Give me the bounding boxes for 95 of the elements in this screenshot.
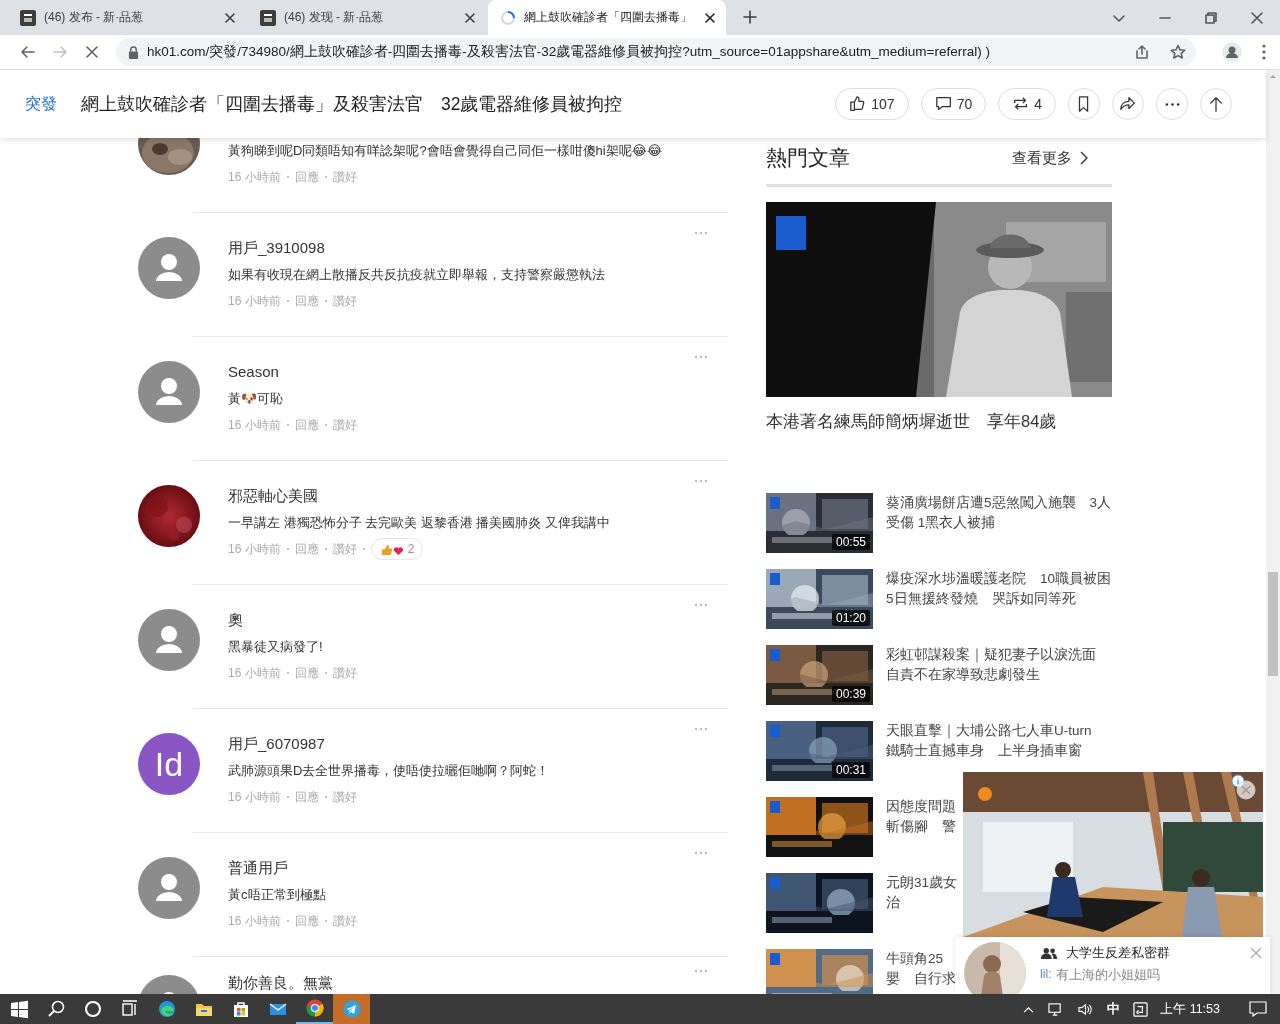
- video-duration: 00:55: [831, 534, 870, 550]
- timestamp: 16 小時前: [228, 912, 281, 930]
- chevron-right-icon: [1080, 151, 1088, 165]
- article-caption[interactable]: 本港著名練馬師簡炳墀逝世 享年84歲: [766, 409, 1112, 433]
- chat-group-name: 大学生反差私密群: [1066, 944, 1170, 962]
- timestamp: 16 小時前: [228, 168, 281, 186]
- browser-tab[interactable]: 網上鼓吹確診者「四圍去播毒」: [488, 0, 726, 35]
- user-name: 勤你善良。無黨: [228, 975, 334, 991]
- video-duration: 00:31: [831, 762, 870, 778]
- share-button[interactable]: [1112, 88, 1144, 120]
- avatar-icon: [138, 609, 200, 671]
- comment-button[interactable]: 70: [920, 88, 987, 120]
- address-bar[interactable]: hk01.com/突發/734980/網上鼓吹確診者-四圍去播毒-及殺害法官-32歲電器維修員被拘控?utm_source=01appshare&utm_medium=referral) ): [116, 38, 1196, 66]
- user-name: 用戶_6070987: [228, 734, 326, 754]
- comment-text: 黃狗睇到呢D同類唔知有咩諗架呢?會唔會覺得自己同佢一樣咁傻hi架呢😂😂: [228, 142, 664, 160]
- article-title-line[interactable]: 鐵騎士直撼車身 上半身插車窗: [886, 741, 1082, 761]
- group-icon: [1040, 946, 1058, 960]
- timestamp: 16 小時前: [228, 540, 281, 558]
- more-icon: [1164, 102, 1180, 106]
- article-title-line[interactable]: 牛頭角25: [886, 949, 944, 969]
- up-arrow-icon: [1207, 95, 1225, 113]
- user-name: 普通用戶: [228, 858, 289, 878]
- article-title-line[interactable]: 葵涌廣場餅店遭5惡煞闖入施襲 3人: [886, 493, 1112, 513]
- comment-text: 武肺源頭果D去全世界播毒，使唔使拉曬佢哋啊？阿蛇！: [228, 762, 551, 780]
- article-title-line[interactable]: 爆疫深水埗溫暖護老院 10職員被困: [886, 569, 1112, 589]
- section-heading: 熱門文章: [766, 145, 850, 171]
- article-title-line[interactable]: 天眼直擊｜大埔公路七人車U-turn: [886, 721, 1092, 741]
- thumbs-up-heart-icon: [379, 542, 404, 556]
- avatar: Id: [138, 733, 200, 795]
- profile-icon[interactable]: [1222, 42, 1242, 62]
- close-icon[interactable]: [224, 11, 236, 24]
- input-method-indicator[interactable]: 中: [1107, 1000, 1121, 1018]
- comment-text: 黑暴徒又病發了!: [228, 638, 324, 656]
- sender-name: lil:: [1040, 967, 1052, 983]
- new-tab-icon[interactable]: [742, 9, 758, 25]
- chevron-up-icon[interactable]: [1023, 1005, 1035, 1013]
- share-arrow-icon: [1119, 95, 1137, 113]
- article-title-line[interactable]: 因態度問題: [886, 797, 956, 817]
- browser-tab[interactable]: (46) 发布 - 新·品葱: [8, 0, 246, 35]
- browser-tab[interactable]: (46) 发现 - 新·品葱: [248, 0, 486, 35]
- share-icon[interactable]: [1134, 44, 1150, 60]
- article-title-line[interactable]: 治: [886, 893, 900, 913]
- category-link[interactable]: 突發: [25, 93, 57, 115]
- star-icon[interactable]: [1170, 44, 1186, 60]
- avatar-icon: [138, 361, 200, 423]
- timestamp: 16 小時前: [228, 788, 281, 806]
- article-title-line[interactable]: 彩虹邨謀殺案｜疑犯妻子以淚洗面: [886, 645, 1096, 665]
- user-name: Season: [228, 362, 280, 382]
- see-more-link[interactable]: 查看更多: [1012, 148, 1088, 168]
- comment-text: 黃🐶可恥: [228, 390, 284, 408]
- avatar-icon: [138, 857, 200, 919]
- repost-button[interactable]: 4: [998, 88, 1056, 120]
- article-title: 網上鼓吹確診者「四圍去播毒」及殺害法官 32歲電器維修員被拘控: [81, 93, 623, 116]
- scrollbar-thumb[interactable]: [1268, 572, 1278, 676]
- timestamp: 16 小時前: [228, 664, 281, 682]
- menu-icon[interactable]: [1262, 44, 1266, 60]
- lock-icon: [128, 45, 139, 59]
- volume-icon[interactable]: [1077, 1001, 1095, 1017]
- like-button[interactable]: 107: [835, 88, 909, 120]
- paper-plane-icon: [341, 999, 362, 1019]
- task-view-icon: [119, 999, 140, 1019]
- article-title-line[interactable]: 自責不在家導致悲劇發生: [886, 665, 1040, 685]
- timestamp: 16 小時前: [228, 292, 281, 310]
- stop-icon[interactable]: [84, 44, 100, 60]
- chat-message: 有上海的小姐姐吗: [1055, 967, 1160, 984]
- forward-arrow-icon: [52, 44, 68, 60]
- back-arrow-icon[interactable]: [20, 44, 36, 60]
- ime-mode-icon[interactable]: [1133, 1001, 1149, 1017]
- avatar-icon: [138, 237, 200, 299]
- article-title-line[interactable]: 元朗31歲女: [886, 873, 958, 893]
- article-title-line[interactable]: 斬傷腳 警: [886, 817, 956, 837]
- browser-wave-icon: [156, 999, 177, 1019]
- top-button[interactable]: [1200, 88, 1232, 120]
- comment-text: 如果有收現在網上散播反共反抗疫就立即舉報，支持警察嚴懲執法: [228, 266, 606, 284]
- bookmark-button[interactable]: [1068, 88, 1100, 120]
- restore-icon[interactable]: [1205, 11, 1217, 24]
- comment-text: 一早講左 港獨恐怖分子 去完歐美 返黎香港 播美國肺炎 又俾我講中: [228, 514, 612, 532]
- user-name: 邪惡軸心美國: [228, 486, 319, 506]
- windows-start-icon: [8, 999, 29, 1019]
- video-duration: 01:20: [831, 610, 870, 626]
- timestamp: 16 小時前: [228, 416, 281, 434]
- article-title-line[interactable]: 受傷 1黑衣人被捕: [886, 513, 996, 533]
- video-duration: 00:39: [831, 686, 870, 702]
- speech-bubble-icon: [934, 95, 953, 113]
- close-icon[interactable]: [464, 11, 476, 24]
- article-title-line[interactable]: 嬰 自行求: [886, 969, 956, 989]
- clock[interactable]: 上午 11:53: [1160, 1000, 1220, 1018]
- article-title-line[interactable]: 5日無援終發燒 哭訴如同等死: [886, 589, 1076, 609]
- close-icon[interactable]: [704, 11, 716, 24]
- circle-icon: [82, 999, 103, 1019]
- comment-text: 黃c唔正常到極點: [228, 886, 327, 904]
- user-name: 奧: [228, 610, 244, 630]
- user-name: 用戶_3910098: [228, 238, 326, 258]
- chrome-logo-icon: [304, 998, 325, 1018]
- notification-icon[interactable]: [1249, 1001, 1267, 1017]
